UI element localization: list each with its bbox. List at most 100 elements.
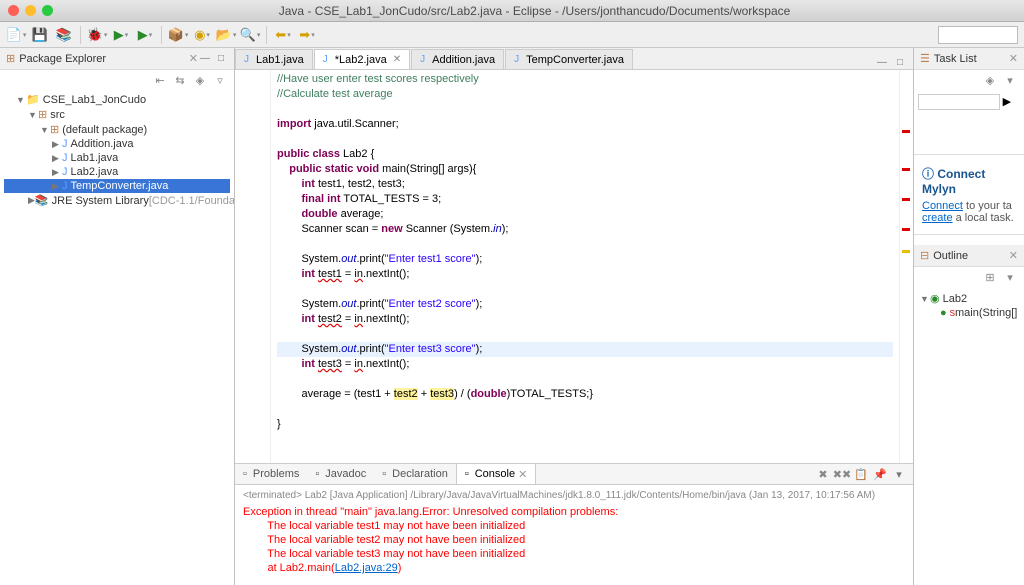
run-last-button[interactable]: ▶: [135, 25, 155, 45]
code-line[interactable]: System.out.print("Enter test2 score");: [277, 297, 893, 312]
bottom-tab-problems[interactable]: ▫Problems: [235, 464, 307, 484]
editor-tab-tempconverter[interactable]: JTempConverter.java: [505, 49, 633, 69]
view-menu-icon[interactable]: ▿: [212, 72, 228, 88]
code-line[interactable]: System.out.print("Enter test1 score");: [277, 252, 893, 267]
editor-text[interactable]: //Have user enter test scores respective…: [271, 70, 899, 463]
console-remove-terminated-icon[interactable]: ✖: [815, 466, 831, 482]
task-categorize-icon[interactable]: ▾: [1002, 72, 1018, 88]
mylyn-connect-link[interactable]: Connect: [922, 200, 963, 212]
bottom-tab-declaration[interactable]: ▫Declaration: [374, 464, 456, 484]
new-button[interactable]: 📄: [6, 25, 26, 45]
console-stacktrace-link[interactable]: Lab2.java:29: [335, 562, 398, 574]
console-view[interactable]: <terminated> Lab2 [Java Application] /Li…: [235, 485, 913, 585]
code-line[interactable]: final int TOTAL_TESTS = 3;: [277, 192, 893, 207]
console-remove-all-icon[interactable]: ✖✖: [834, 466, 850, 482]
outline-filter-icon[interactable]: ▾: [1002, 269, 1018, 285]
outline-icon: ⊟: [920, 249, 929, 262]
overview-ruler[interactable]: [899, 70, 913, 463]
outline-class[interactable]: ▼◉Lab2: [918, 291, 1020, 306]
console-line: The local variable test2 may not have be…: [243, 533, 905, 547]
editor-maximize-icon[interactable]: □: [893, 55, 907, 69]
outline-sort-icon[interactable]: ⊞: [982, 269, 998, 285]
code-line[interactable]: Scanner scan = new Scanner (System.in);: [277, 222, 893, 237]
bottom-view-tabs: ▫Problems▫Javadoc▫Declaration▫Console ✕ …: [235, 463, 913, 485]
code-line[interactable]: [277, 132, 893, 147]
debug-button[interactable]: 🐞: [87, 25, 107, 45]
collapse-all-icon[interactable]: ⇤: [152, 72, 168, 88]
tree-src[interactable]: ▼⊞src: [4, 107, 230, 122]
view-close-icon[interactable]: ✕: [189, 52, 198, 65]
tree-project[interactable]: ▼📁CSE_Lab1_JonCudo: [4, 92, 230, 107]
code-line[interactable]: int test1, test2, test3;: [277, 177, 893, 192]
code-line[interactable]: [277, 102, 893, 117]
save-all-button[interactable]: 📚: [54, 25, 74, 45]
editor-tab-lab2[interactable]: J*Lab2.java✕: [314, 49, 410, 69]
console-line: The local variable test1 may not have be…: [243, 519, 905, 533]
link-editor-icon[interactable]: ⇆: [172, 72, 188, 88]
bottom-tab-javadoc[interactable]: ▫Javadoc: [307, 464, 374, 484]
minimize-view-icon[interactable]: —: [198, 52, 212, 66]
outline-close-icon[interactable]: ✕: [1009, 249, 1018, 262]
tab-close-icon[interactable]: ✕: [393, 54, 401, 65]
new-package-button[interactable]: 📦: [168, 25, 188, 45]
close-window-button[interactable]: [8, 5, 19, 16]
outline-method[interactable]: ●S main(String[]: [918, 306, 1020, 320]
focus-task-icon[interactable]: ◈: [192, 72, 208, 88]
console-select-icon[interactable]: ▾: [891, 466, 907, 482]
code-line[interactable]: System.out.print("Enter test3 score");: [277, 342, 893, 357]
code-line[interactable]: public class Lab2 {: [277, 147, 893, 162]
code-line[interactable]: double average;: [277, 207, 893, 222]
console-display-icon[interactable]: 📋: [853, 466, 869, 482]
code-line[interactable]: [277, 402, 893, 417]
code-line[interactable]: [277, 282, 893, 297]
package-explorer-tree[interactable]: ▼📁CSE_Lab1_JonCudo ▼⊞src ▼⊞(default pack…: [0, 90, 234, 210]
code-line[interactable]: int test3 = in.nextInt();: [277, 357, 893, 372]
code-line[interactable]: //Have user enter test scores respective…: [277, 72, 893, 87]
nav-forward-button[interactable]: ➡: [297, 25, 317, 45]
tree-file-tempconverter[interactable]: ▶JTempConverter.java: [4, 179, 230, 193]
nav-back-button[interactable]: ⬅: [273, 25, 293, 45]
run-button[interactable]: ▶: [111, 25, 131, 45]
code-line[interactable]: [277, 237, 893, 252]
search-button[interactable]: 🔍: [240, 25, 260, 45]
code-line[interactable]: }: [277, 417, 893, 432]
save-button[interactable]: 💾: [30, 25, 50, 45]
editor-tabs: JLab1.javaJ*Lab2.java✕JAddition.javaJTem…: [235, 48, 913, 70]
bottom-tab-console[interactable]: ▫Console ✕: [456, 464, 536, 484]
window-title: Java - CSE_Lab1_JonCudo/src/Lab2.java - …: [53, 4, 1016, 18]
editor-minimize-icon[interactable]: —: [875, 55, 889, 69]
code-line[interactable]: //Calculate test average: [277, 87, 893, 102]
maximize-view-icon[interactable]: □: [214, 52, 228, 66]
mylyn-description: Connect to your ta create a local task.: [922, 200, 1016, 224]
new-type-button[interactable]: ◉: [192, 25, 212, 45]
code-line[interactable]: [277, 327, 893, 342]
task-filter-input[interactable]: [918, 94, 1000, 110]
outline-title: Outline: [933, 250, 1005, 262]
code-line[interactable]: import java.util.Scanner;: [277, 117, 893, 132]
code-line[interactable]: int test2 = in.nextInt();: [277, 312, 893, 327]
open-type-button[interactable]: 📂: [216, 25, 236, 45]
editor-tab-lab1[interactable]: JLab1.java: [235, 49, 313, 69]
minimize-window-button[interactable]: [25, 5, 36, 16]
code-line[interactable]: [277, 372, 893, 387]
quick-access-input[interactable]: [938, 26, 1018, 44]
code-line[interactable]: int test1 = in.nextInt();: [277, 267, 893, 282]
tree-file-addition[interactable]: ▶JAddition.java: [4, 137, 230, 151]
task-filter-go-icon[interactable]: ▶: [1003, 96, 1011, 108]
code-line[interactable]: average = (test1 + test2 + test3) / (dou…: [277, 387, 893, 402]
mylyn-create-link[interactable]: create: [922, 212, 953, 224]
outline-tree[interactable]: ▼◉Lab2 ●S main(String[]: [914, 287, 1024, 324]
task-list-close-icon[interactable]: ✕: [1009, 52, 1018, 65]
tree-package[interactable]: ▼⊞(default package): [4, 122, 230, 137]
tree-file-lab2[interactable]: ▶JLab2.java: [4, 165, 230, 179]
window-titlebar: Java - CSE_Lab1_JonCudo/src/Lab2.java - …: [0, 0, 1024, 22]
editor-ruler: [235, 70, 271, 463]
tree-jre[interactable]: ▶📚JRE System Library [CDC-1.1/Founda: [4, 193, 230, 208]
tree-file-lab1[interactable]: ▶JLab1.java: [4, 151, 230, 165]
maximize-window-button[interactable]: [42, 5, 53, 16]
editor-body[interactable]: //Have user enter test scores respective…: [235, 70, 913, 463]
editor-tab-addition[interactable]: JAddition.java: [411, 49, 504, 69]
task-new-icon[interactable]: ◈: [982, 72, 998, 88]
console-pin-icon[interactable]: 📌: [872, 466, 888, 482]
code-line[interactable]: public static void main(String[] args){: [277, 162, 893, 177]
